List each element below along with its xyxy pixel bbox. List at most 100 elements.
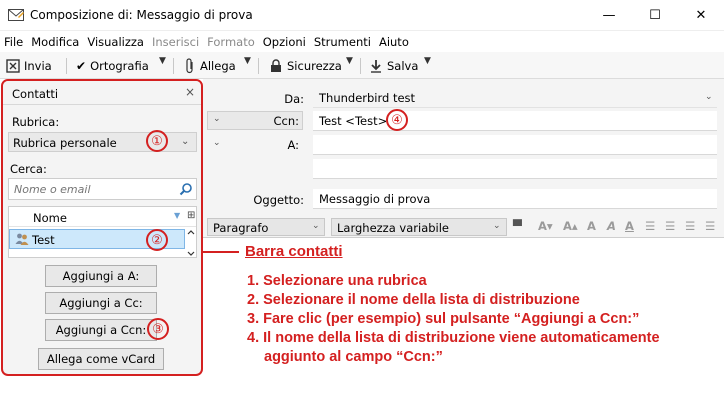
paragraph-value: Paragrafo	[213, 221, 269, 235]
step-4: 4. Il nome della lista di distribuzione …	[247, 330, 660, 346]
maximize-button[interactable]: ☐	[632, 0, 678, 31]
font-value: Larghezza variabile	[337, 221, 450, 235]
sidebar-header: Contatti ×	[3, 81, 201, 105]
to-field[interactable]	[313, 135, 717, 155]
from-select[interactable]: Thunderbird test ⌄	[313, 88, 717, 108]
addressbook-value: Rubrica personale	[13, 136, 117, 150]
indent-icon[interactable]: ☰	[705, 219, 715, 233]
addressbook-select[interactable]: Rubrica personale ⌄	[8, 132, 197, 152]
search-icon[interactable]	[179, 182, 193, 196]
step-1: 1. Selezionare una rubrica	[247, 273, 427, 289]
paperclip-icon	[186, 58, 193, 74]
to-type-select[interactable]: ⌄ A:	[207, 135, 303, 154]
chevron-down-icon: ⌄	[213, 138, 221, 148]
chevron-down-icon: ⌄	[213, 114, 221, 124]
attach-dropdown-icon[interactable]: ▼	[244, 56, 251, 66]
italic-icon[interactable]: A	[607, 219, 616, 233]
to-label: A:	[287, 138, 299, 152]
bold-icon[interactable]: A	[587, 219, 596, 233]
spelling-dropdown-icon[interactable]: ▼	[159, 56, 166, 66]
send-button[interactable]: Invia	[6, 56, 52, 76]
bullet-list-icon[interactable]: ☰	[645, 219, 655, 233]
empty-recipient-field[interactable]	[313, 159, 717, 179]
lock-icon	[271, 59, 281, 72]
add-cc-button[interactable]: Aggiungi a Cc:	[45, 292, 157, 314]
menu-file[interactable]: File	[4, 35, 23, 49]
security-label: Sicurezza	[287, 59, 342, 73]
step-2: 2. Selezionare il nome della lista di di…	[247, 292, 580, 308]
sidebar-close-icon[interactable]: ×	[185, 85, 195, 99]
search-input[interactable]	[9, 179, 174, 199]
attach-vcard-button[interactable]: Allega come vCard	[38, 348, 164, 370]
step-4-continued: aggiunto al campo “Ccn:”	[264, 349, 443, 365]
bcc-label: Ccn:	[273, 114, 299, 128]
subject-value: Messaggio di prova	[319, 192, 431, 206]
list-column-header: Nome ▼ ⊞	[9, 207, 196, 227]
bcc-field[interactable]: Test <Test>	[313, 111, 717, 131]
font-size-up-icon[interactable]: A▴	[563, 219, 578, 233]
marker-4: ④	[386, 109, 408, 131]
menu-bar: File Modifica Visualizza Inserisci Forma…	[0, 31, 724, 52]
paragraph-select[interactable]: Paragrafo ⌄	[207, 218, 325, 236]
menu-formato[interactable]: Formato	[207, 35, 255, 49]
security-button[interactable]: Sicurezza	[270, 56, 342, 76]
chevron-down-icon: ⌄	[705, 92, 713, 102]
toolbar-separator	[173, 58, 174, 74]
save-dropdown-icon[interactable]: ▼	[424, 56, 431, 66]
contacts-list: Nome ▼ ⊞ Test	[8, 206, 197, 258]
send-icon	[6, 59, 20, 73]
window-title: Composizione di: Messaggio di prova	[30, 8, 253, 22]
main-toolbar: Invia ✔ Ortografia ▼ Allega ▼ Sicurezza …	[0, 52, 724, 79]
from-value: Thunderbird test	[319, 91, 416, 105]
close-window-button[interactable]: ✕	[678, 0, 724, 31]
column-name-header[interactable]: Nome	[33, 211, 67, 225]
toolbar-separator	[258, 58, 259, 74]
contacts-sidebar: Contatti × Rubrica: Rubrica personale ⌄ …	[1, 79, 203, 376]
marker-1: ①	[146, 130, 168, 152]
marker-3: ③	[147, 318, 169, 340]
search-label: Cerca:	[10, 162, 47, 176]
from-label: Da:	[284, 92, 304, 106]
callout-label: Barra contatti	[245, 243, 343, 260]
attach-button[interactable]: Allega	[185, 56, 236, 76]
toolbar-separator	[360, 58, 361, 74]
compose-envelope-icon	[8, 9, 24, 21]
step-3: 3. Fare clic (per esempio) sul pulsante …	[247, 311, 640, 327]
title-bar: Composizione di: Messaggio di prova — ☐ …	[0, 0, 724, 31]
menu-inserisci[interactable]: Inserisci	[152, 35, 199, 49]
minimize-button[interactable]: —	[586, 0, 632, 31]
spelling-label: Ortografia	[90, 59, 149, 73]
sidebar-title: Contatti	[12, 87, 59, 101]
numbered-list-icon[interactable]: ☰	[665, 219, 675, 233]
add-to-button[interactable]: Aggiungi a A:	[45, 265, 157, 287]
outdent-icon[interactable]: ☰	[685, 219, 695, 233]
menu-opzioni[interactable]: Opzioni	[263, 35, 306, 49]
column-picker-icon[interactable]: ⊞	[187, 210, 195, 221]
contact-name: Test	[32, 233, 55, 247]
list-scrollbar[interactable]	[186, 228, 196, 258]
download-arrow-icon	[371, 60, 381, 73]
save-label: Salva	[387, 59, 419, 73]
menu-aiuto[interactable]: Aiuto	[379, 35, 409, 49]
subject-field[interactable]: Messaggio di prova	[313, 189, 717, 209]
add-bcc-button[interactable]: Aggiungi a Ccn:	[45, 319, 157, 341]
menu-modifica[interactable]: Modifica	[31, 35, 79, 49]
bcc-value: Test <Test>	[319, 114, 388, 128]
spelling-button[interactable]: ✔ Ortografia	[76, 56, 149, 76]
underline-icon[interactable]: A	[625, 219, 634, 233]
font-select[interactable]: Larghezza variabile ⌄	[331, 218, 507, 236]
save-button[interactable]: Salva	[370, 56, 418, 76]
menu-strumenti[interactable]: Strumenti	[314, 35, 371, 49]
search-box	[8, 178, 197, 200]
mailing-list-icon	[15, 233, 29, 245]
chevron-down-icon: ⌄	[181, 136, 190, 147]
security-dropdown-icon[interactable]: ▼	[346, 56, 353, 66]
send-label: Invia	[24, 59, 52, 73]
menu-visualizza[interactable]: Visualizza	[87, 35, 144, 49]
text-color-icon[interactable]: ▀	[513, 219, 522, 233]
marker-2: ②	[146, 229, 168, 251]
bcc-type-select[interactable]: ⌄ Ccn:	[207, 111, 303, 130]
chevron-down-icon: ⌄	[312, 221, 320, 231]
font-size-down-icon[interactable]: A▾	[538, 219, 553, 233]
attach-label: Allega	[200, 59, 236, 73]
